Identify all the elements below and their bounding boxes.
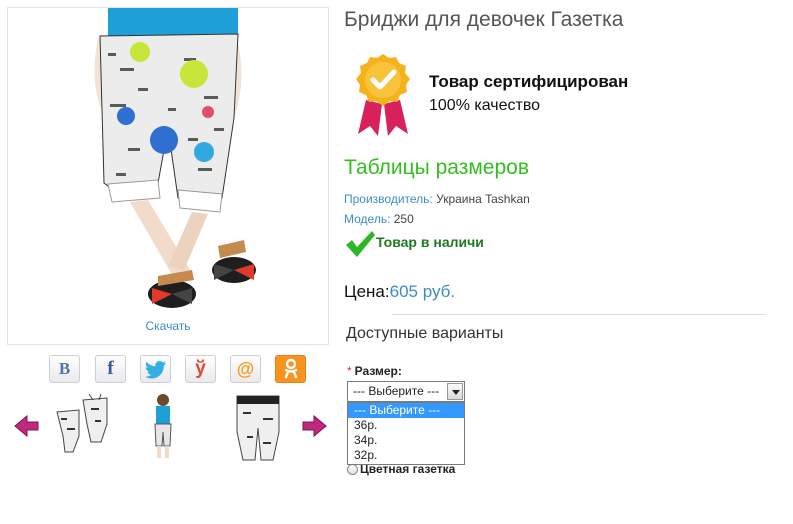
arrow-right-icon[interactable] — [301, 413, 327, 439]
vk-share-button[interactable]: В — [49, 355, 80, 383]
product-title: Бриджи для девочек Газетка — [344, 8, 624, 31]
vk-icon: В — [58, 359, 71, 378]
model-label: Модель: — [344, 212, 391, 226]
moimir-share-button[interactable]: ў — [185, 355, 216, 383]
certificate-title: Товар сертифицирован — [429, 72, 629, 91]
mailru-share-button[interactable]: @ — [230, 355, 261, 383]
product-photo — [94, 8, 256, 308]
odnoklassniki-icon — [284, 358, 297, 379]
manufacturer-label: Производитель: — [344, 192, 433, 206]
size-option[interactable]: 34р. — [348, 433, 464, 448]
size-option[interactable]: 36р. — [348, 418, 464, 433]
facebook-share-button[interactable]: f — [95, 355, 126, 383]
twitter-share-button[interactable] — [140, 355, 171, 383]
manufacturer-line: Производитель: Украина Tashkan — [344, 192, 530, 206]
size-select[interactable]: --- Выберите --- — [347, 381, 465, 402]
main-product-image-frame: Скачать — [7, 7, 329, 345]
model-value: 250 — [393, 212, 414, 226]
price-value: 605 руб. — [389, 282, 456, 301]
size-tables-link[interactable]: Таблицы размеров — [344, 156, 529, 180]
moimir-icon: ў — [195, 358, 206, 379]
variants-title: Доступные варианты — [346, 325, 504, 342]
price-label: Цена: — [344, 282, 390, 301]
divider — [392, 314, 765, 315]
manufacturer-value: Украина Tashkan — [436, 192, 530, 206]
checkmark-icon — [346, 231, 375, 257]
chevron-down-icon[interactable] — [447, 383, 463, 400]
size-option[interactable]: --- Выберите --- — [348, 403, 464, 418]
download-link[interactable]: Скачать — [8, 319, 328, 333]
size-option[interactable]: 32р. — [348, 448, 464, 463]
color-radio[interactable] — [347, 464, 358, 475]
certificate-badge-icon — [356, 54, 410, 136]
size-label-text: Размер: — [354, 364, 402, 378]
required-mark: * — [347, 364, 352, 378]
thumbnail-girl-in-outfit[interactable] — [143, 392, 183, 464]
size-select-value: --- Выберите --- — [353, 384, 440, 398]
facebook-icon: f — [107, 358, 114, 379]
size-field-label: * Размер: — [347, 364, 402, 378]
thumbnail-shorts-single[interactable] — [233, 392, 283, 464]
thumbnail-shorts-pair[interactable] — [53, 392, 111, 464]
size-dropdown-list[interactable]: --- Выберите --- 36р. 34р. 32р. — [347, 402, 465, 465]
model-line: Модель: 250 — [344, 212, 414, 226]
certificate-subtitle: 100% качество — [429, 97, 541, 114]
twitter-bird-icon — [144, 361, 166, 379]
arrow-left-icon[interactable] — [14, 413, 40, 439]
mailru-at-icon: @ — [236, 359, 255, 379]
odnoklassniki-share-button[interactable] — [275, 355, 306, 383]
price: Цена:605 руб. — [344, 282, 455, 302]
stock-status: Товар в наличи — [376, 234, 484, 250]
